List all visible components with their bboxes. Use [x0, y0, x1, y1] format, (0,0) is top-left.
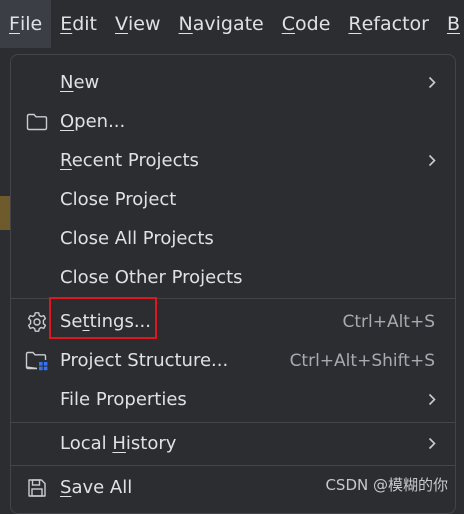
- menu-item-close-project-label: Close Project: [60, 189, 176, 210]
- menu-separator: [11, 422, 455, 423]
- menu-item-save-all-label: Save All: [60, 477, 132, 498]
- menu-item-local-history[interactable]: Local History: [11, 424, 455, 463]
- menu-view[interactable]: View: [106, 0, 170, 48]
- chevron-right-icon: [427, 393, 437, 407]
- menu-item-open[interactable]: Open...: [11, 102, 455, 141]
- shortcut-settings: Ctrl+Alt+S: [342, 312, 435, 332]
- folder-icon: [25, 110, 49, 134]
- menu-edit[interactable]: Edit: [51, 0, 106, 48]
- gear-icon: [25, 310, 49, 334]
- menu-item-recent-projects-label: Recent Projects: [60, 150, 199, 171]
- menu-item-open-label: Open...: [60, 111, 125, 132]
- menu-item-file-properties[interactable]: File Properties: [11, 380, 455, 419]
- menu-file[interactable]: File: [0, 0, 51, 48]
- settings-highlight-annotation: [49, 297, 157, 339]
- watermark: CSDN @模糊的你: [325, 474, 448, 495]
- menu-item-local-history-label: Local History: [60, 433, 176, 454]
- chevron-right-icon: [427, 154, 437, 168]
- file-menu-dropdown: New Open... Recent Projects Close Projec…: [10, 54, 456, 514]
- menu-item-file-properties-label: File Properties: [60, 389, 187, 410]
- menu-navigate[interactable]: Navigate: [170, 0, 273, 48]
- background-editor-accent: [0, 196, 10, 230]
- floppy-disk-icon: [25, 476, 49, 500]
- menu-item-close-all-projects-label: Close All Projects: [60, 228, 214, 249]
- menu-item-new-label: New: [60, 72, 99, 93]
- folder-grid-icon: [25, 349, 49, 373]
- menu-item-close-project[interactable]: Close Project: [11, 180, 455, 219]
- menu-build-partial[interactable]: B: [438, 0, 464, 48]
- chevron-right-icon: [427, 76, 437, 90]
- menu-bar: File Edit View Navigate Code Refactor B: [0, 0, 464, 48]
- shortcut-project-structure: Ctrl+Alt+Shift+S: [290, 351, 435, 371]
- menu-item-close-other-projects-label: Close Other Projects: [60, 267, 243, 288]
- menu-item-project-structure-label: Project Structure...: [60, 350, 228, 371]
- menu-item-close-all-projects[interactable]: Close All Projects: [11, 219, 455, 258]
- menu-item-new[interactable]: New: [11, 63, 455, 102]
- menu-item-close-other-projects[interactable]: Close Other Projects: [11, 258, 455, 297]
- menu-item-project-structure[interactable]: Project Structure... Ctrl+Alt+Shift+S: [11, 341, 455, 380]
- chevron-right-icon: [427, 437, 437, 451]
- menu-refactor[interactable]: Refactor: [339, 0, 438, 48]
- menu-code[interactable]: Code: [273, 0, 340, 48]
- menu-item-recent-projects[interactable]: Recent Projects: [11, 141, 455, 180]
- menu-separator: [11, 465, 455, 466]
